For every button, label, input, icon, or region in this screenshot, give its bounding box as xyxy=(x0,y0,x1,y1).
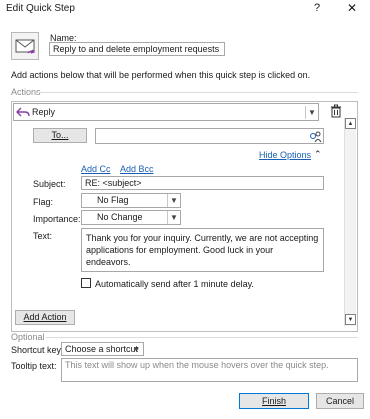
scroll-down-icon[interactable]: ▼ xyxy=(345,314,356,325)
to-input[interactable] xyxy=(95,128,324,144)
subject-label: Subject: xyxy=(33,179,66,189)
address-book-icon[interactable] xyxy=(309,130,322,145)
chevron-down-icon[interactable]: ▼ xyxy=(167,211,180,224)
shortcut-label: Shortcut key: xyxy=(11,345,64,355)
add-action-button[interactable]: Add Action xyxy=(15,310,75,325)
instructions-text: Add actions below that will be performed… xyxy=(11,70,311,80)
optional-header: Optional xyxy=(11,332,45,342)
name-input[interactable]: Reply to and delete employment requests xyxy=(49,42,225,56)
chevron-down-icon[interactable]: ▼ xyxy=(130,343,143,355)
close-button[interactable]: ✕ xyxy=(338,0,366,16)
actions-scrollbar[interactable]: ▲ ▼ xyxy=(344,118,356,326)
finish-button[interactable]: Finish xyxy=(239,393,309,409)
tooltip-input[interactable]: This text will show up when the mouse ho… xyxy=(61,358,358,382)
shortcut-select-value: Choose a shortcut xyxy=(65,344,139,354)
text-label: Text: xyxy=(33,231,53,241)
optional-divider xyxy=(46,337,358,338)
delete-action-icon[interactable] xyxy=(329,104,343,118)
to-button[interactable]: To... xyxy=(33,128,87,143)
flag-select[interactable]: No Flag ▼ xyxy=(81,193,181,208)
auto-send-checkbox[interactable] xyxy=(81,278,91,288)
message-textarea[interactable]: Thank you for your inquiry. Currently, w… xyxy=(81,228,324,272)
reply-icon xyxy=(16,105,30,121)
actions-divider xyxy=(36,92,358,93)
importance-select-value: No Change xyxy=(97,212,143,222)
add-bcc-link[interactable]: Add Bcc xyxy=(120,164,154,174)
collapse-icon[interactable]: ⌃ xyxy=(314,149,322,160)
add-cc-link[interactable]: Add Cc xyxy=(81,164,111,174)
flag-select-value: No Flag xyxy=(97,195,129,205)
envelope-arrow-icon[interactable] xyxy=(11,32,39,60)
title-bar: Edit Quick Step ? ✕ xyxy=(0,0,370,18)
cancel-button[interactable]: Cancel xyxy=(316,393,364,409)
importance-select[interactable]: No Change ▼ xyxy=(81,210,181,225)
scroll-up-icon[interactable]: ▲ xyxy=(345,118,356,129)
chevron-down-icon[interactable]: ▼ xyxy=(167,194,180,207)
shortcut-select[interactable]: Choose a shortcut ▼ xyxy=(61,342,144,356)
action-select-value: Reply xyxy=(32,107,56,117)
hide-options-link[interactable]: Hide Options xyxy=(259,150,311,160)
help-button[interactable]: ? xyxy=(306,0,328,16)
window-title: Edit Quick Step xyxy=(6,3,75,14)
importance-label: Importance: xyxy=(33,214,81,224)
action-select[interactable]: Reply ▼ xyxy=(13,103,319,121)
tooltip-label: Tooltip text: xyxy=(11,361,57,371)
flag-label: Flag: xyxy=(33,197,54,207)
chevron-down-icon[interactable]: ▼ xyxy=(305,106,318,119)
subject-input[interactable]: RE: <subject> xyxy=(81,176,324,190)
auto-send-label: Automatically send after 1 minute delay. xyxy=(95,279,254,289)
